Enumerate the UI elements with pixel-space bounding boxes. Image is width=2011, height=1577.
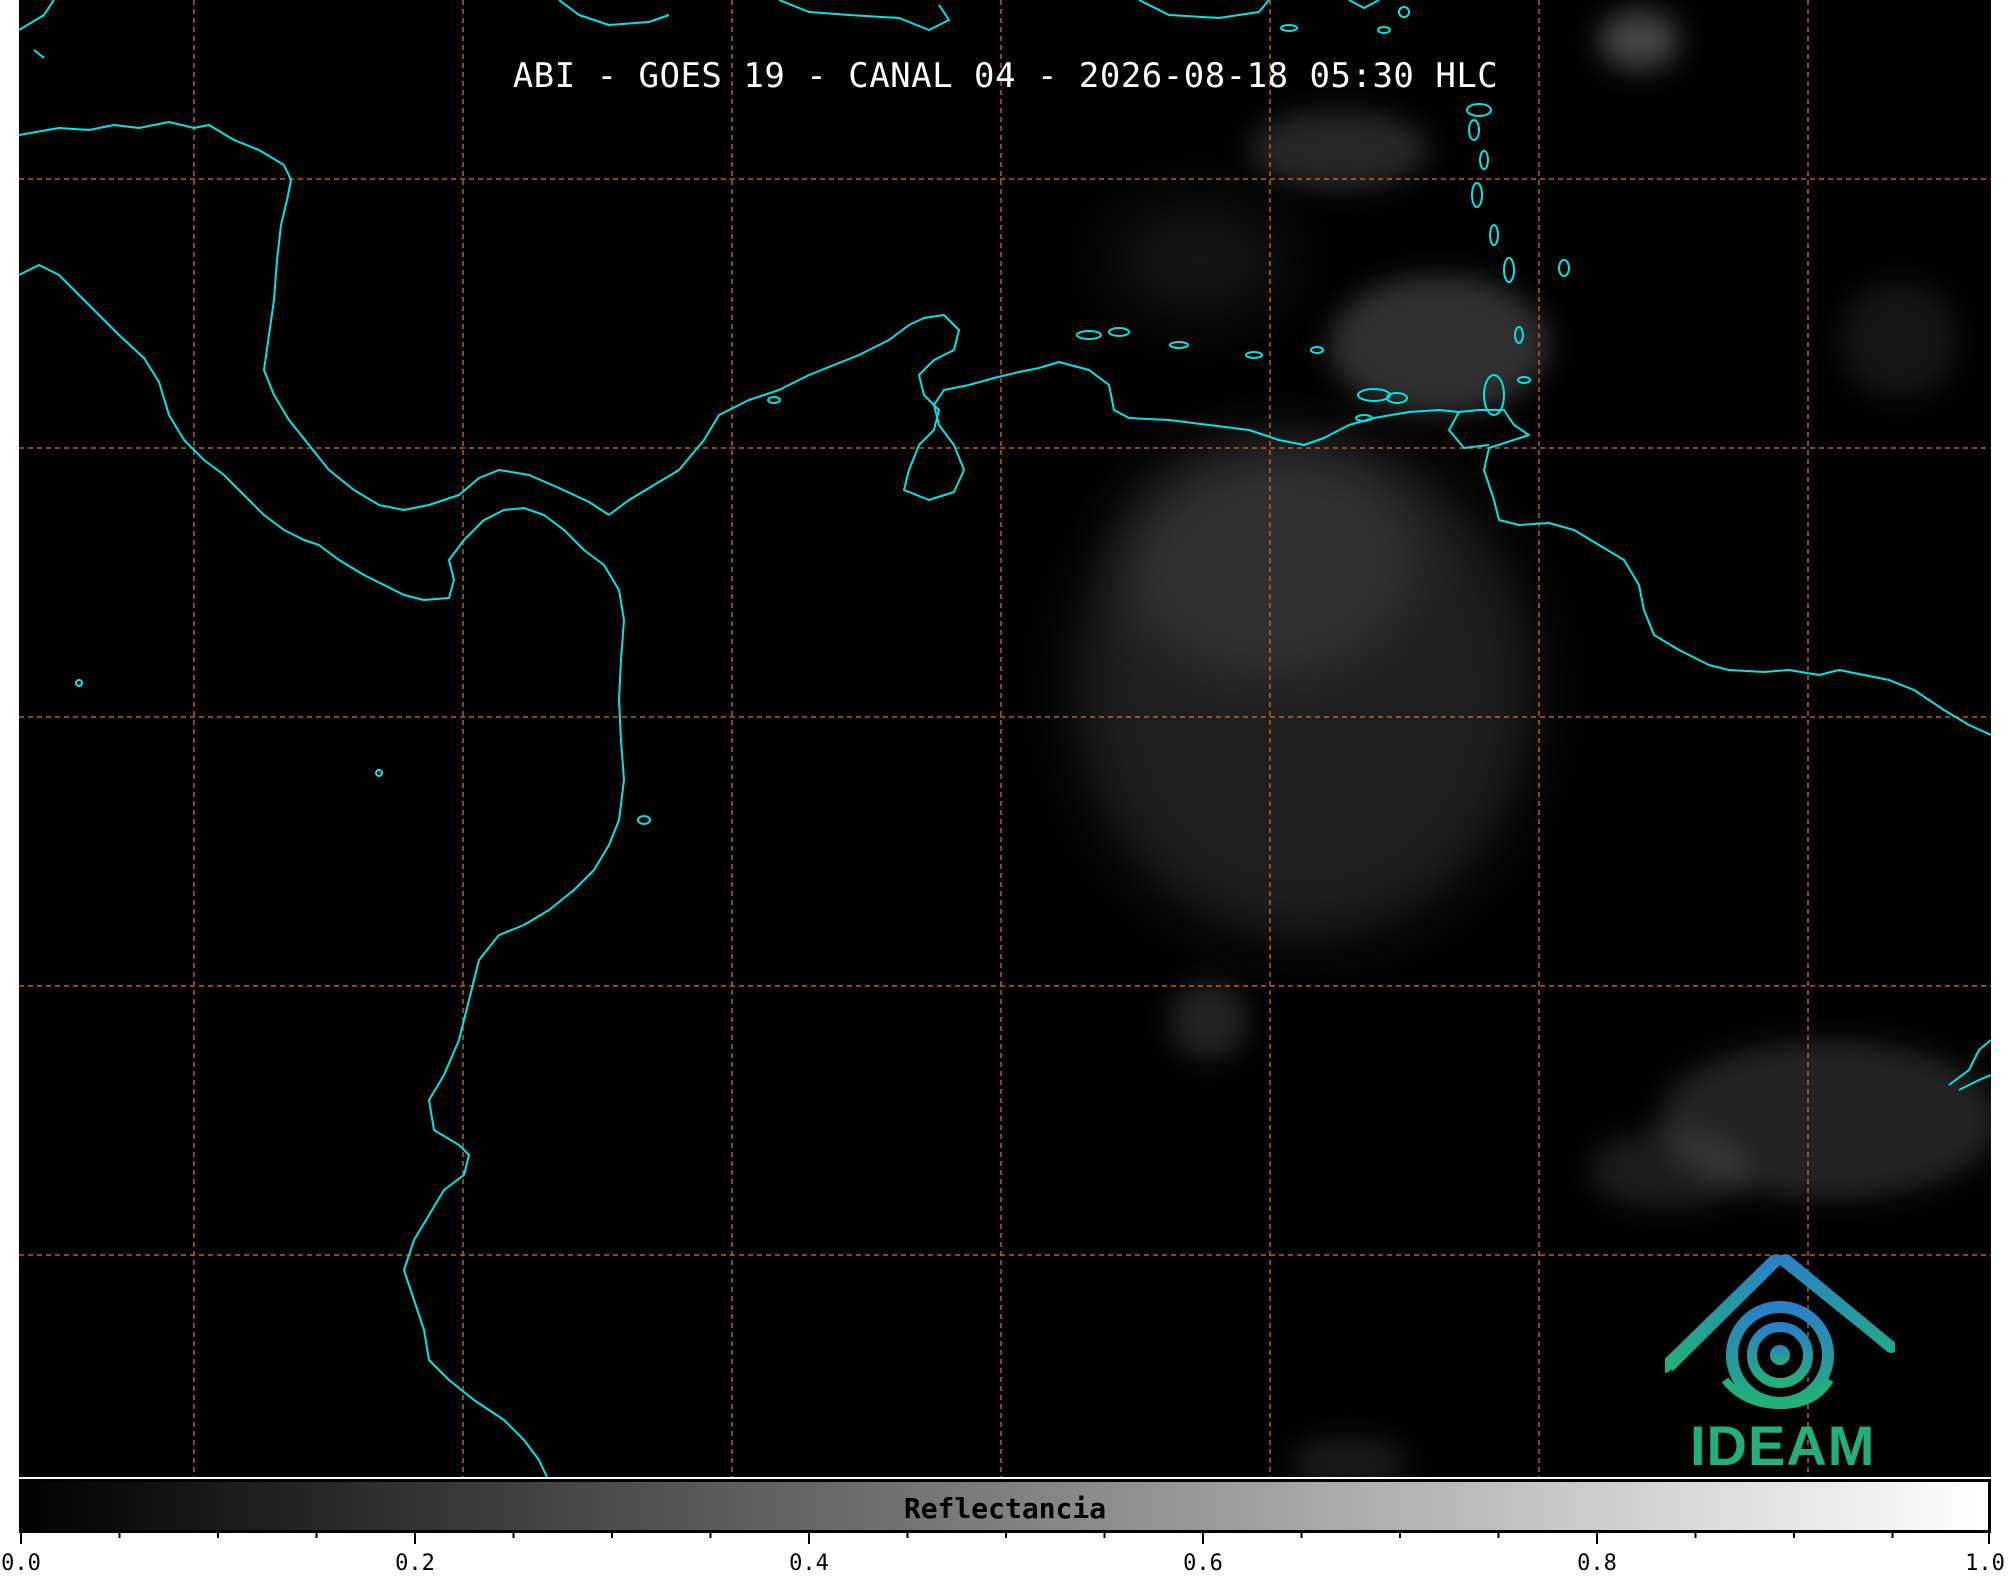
colorbar-tick-label: 0.6 [1183,1551,1223,1576]
colorbar-tick-label: 0.4 [789,1551,829,1576]
colorbar-ticks [20,1530,1990,1544]
colorbar-tick-label: 0.8 [1577,1551,1617,1576]
colorbar-tick-label: 0.0 [1,1551,41,1576]
colorbar-tick-label: 1.0 [1965,1551,2005,1576]
map-title: ABI - GOES 19 - CANAL 04 - 2026-08-18 05… [512,56,1499,96]
colorbar-label: Reflectancia [903,1492,1107,1525]
colorbar-tick-label: 0.2 [395,1551,435,1576]
ideam-logo-text: IDEAM [1690,1414,1876,1477]
colorbar: Reflectancia [19,1479,1991,1533]
